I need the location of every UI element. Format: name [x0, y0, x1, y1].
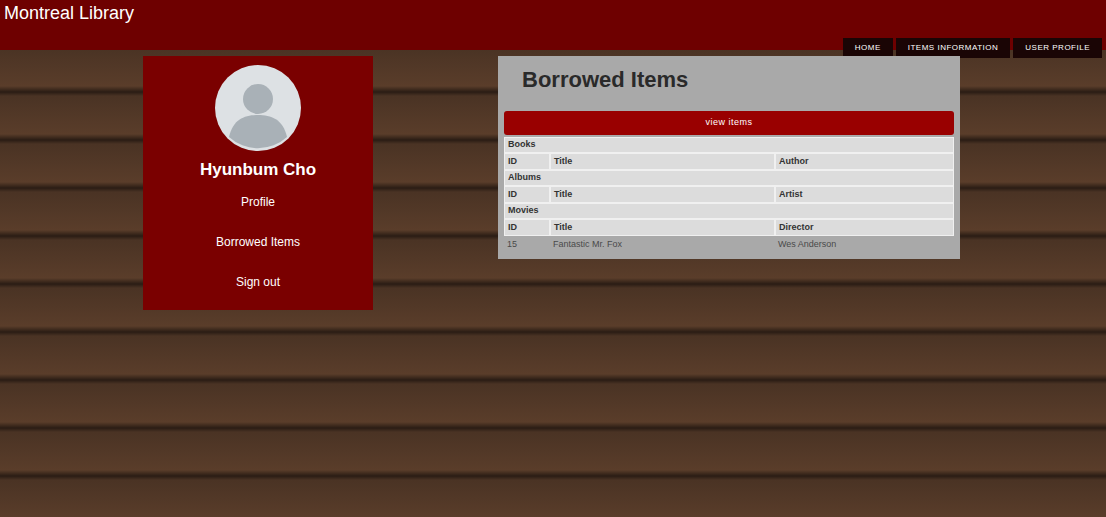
items-table: BooksIDTitleAuthorAlbumsIDTitleArtistMov… [504, 137, 954, 253]
profile-menu: Profile Borrowed Items Sign out [216, 194, 300, 290]
top-nav: HOMEITEMS INFORMATIONUSER PROFILE [0, 38, 1106, 58]
column-header: Title [550, 219, 775, 236]
borrowed-panel: Borrowed Itemsview itemsBooksIDTitleAuth… [498, 56, 960, 259]
nav-item[interactable]: HOME [843, 38, 893, 58]
table-cell: 15 [504, 236, 550, 253]
nav-item[interactable]: ITEMS INFORMATION [896, 38, 1011, 58]
app: Montreal Library HOMEITEMS INFORMATIONUSE… [0, 0, 1106, 517]
table-section: AlbumsIDTitleArtist [504, 170, 954, 203]
section-row: Books [504, 137, 954, 153]
profile-menu-item[interactable]: Profile [241, 194, 275, 210]
table-section: MoviesIDTitleDirector15Fantastic Mr. Fox… [504, 203, 954, 253]
column-header: Author [775, 153, 954, 170]
table-cell: Wes Anderson [775, 236, 954, 253]
column-header: ID [504, 153, 550, 170]
column-header: Title [550, 153, 775, 170]
table-section: BooksIDTitleAuthor [504, 137, 954, 170]
section-row: Albums [504, 170, 954, 186]
column-header: Title [550, 186, 775, 203]
table-cell: Fantastic Mr. Fox [550, 236, 775, 253]
column-header: ID [504, 186, 550, 203]
column-header: Artist [775, 186, 954, 203]
header-row: IDTitleAuthor [504, 153, 954, 170]
site-title[interactable]: Montreal Library [4, 1, 134, 25]
table-row[interactable]: 15Fantastic Mr. FoxWes Anderson [504, 236, 954, 253]
panel-title: Borrowed Items [504, 56, 954, 108]
header-row: IDTitleDirector [504, 219, 954, 236]
profile-card: Hyunbum Cho Profile Borrowed Items Sign out [143, 56, 373, 310]
user-name: Hyunbum Cho [200, 159, 316, 181]
column-header: ID [504, 219, 550, 236]
avatar-icon [215, 65, 301, 151]
profile-menu-item[interactable]: Sign out [236, 274, 280, 290]
header-row: IDTitleArtist [504, 186, 954, 203]
profile-menu-item[interactable]: Borrowed Items [216, 234, 300, 250]
nav-item[interactable]: USER PROFILE [1013, 38, 1102, 58]
column-header: Director [775, 219, 954, 236]
view-items-button[interactable]: view items [504, 111, 954, 135]
section-row: Movies [504, 203, 954, 219]
content: Hyunbum Cho Profile Borrowed Items Sign out… [0, 56, 1106, 310]
